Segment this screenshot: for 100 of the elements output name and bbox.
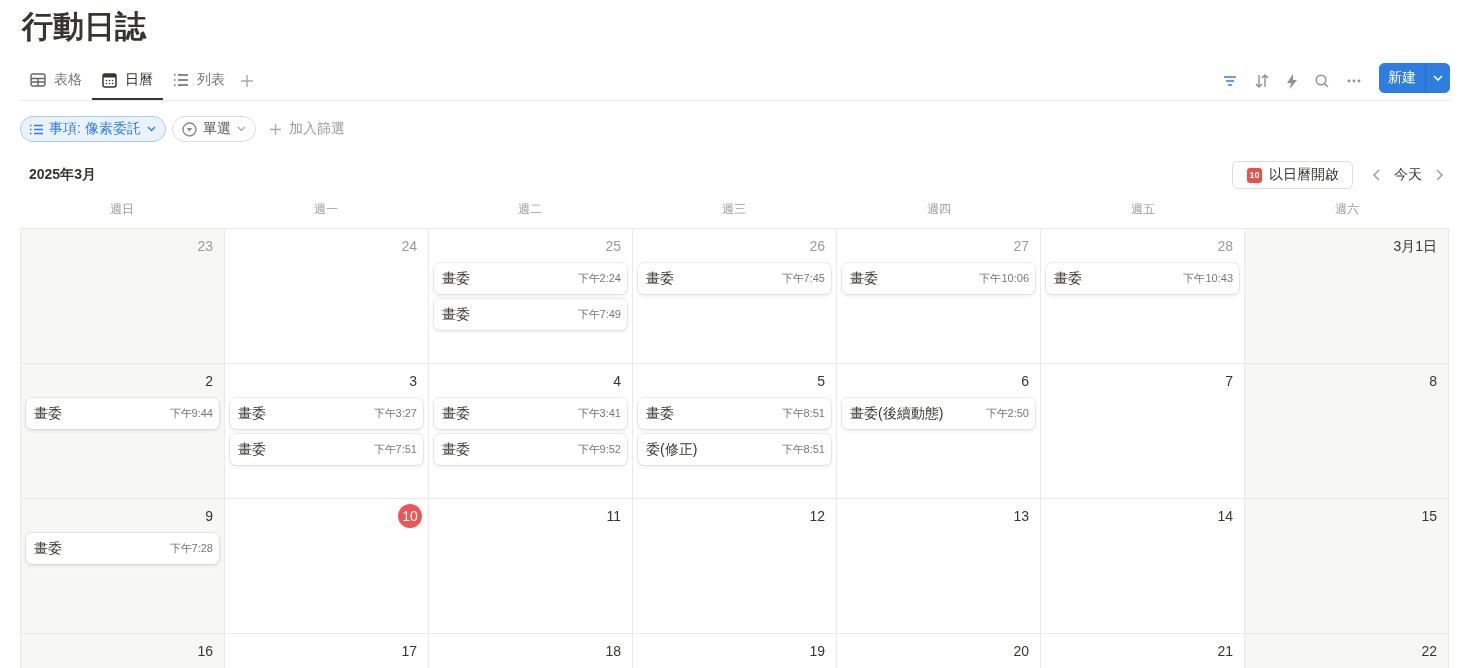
- lightning-icon[interactable]: [1287, 73, 1297, 89]
- day-cell[interactable]: 6 畫委(後續動態) 下午2:50: [837, 364, 1041, 499]
- date-number: 19: [808, 642, 826, 661]
- event-card[interactable]: 畫委 下午3:41: [434, 398, 627, 429]
- more-icon[interactable]: [1347, 79, 1361, 83]
- event-card[interactable]: 畫委 下午3:27: [230, 398, 423, 429]
- event-time: 下午2:24: [577, 271, 621, 286]
- day-cell[interactable]: 16: [21, 634, 225, 668]
- event-card[interactable]: 畫委(後續動態) 下午2:50: [842, 398, 1035, 429]
- view-tab[interactable]: 列表: [163, 62, 235, 100]
- event-card[interactable]: 畫委 下午7:28: [26, 533, 219, 564]
- date-number: 9: [204, 507, 214, 526]
- date-number: 15: [1420, 507, 1438, 526]
- day-cell[interactable]: 4 畫委 下午3:41 畫委 下午9:52: [429, 364, 633, 499]
- day-cell[interactable]: 9 畫委 下午7:28: [21, 499, 225, 634]
- day-cell[interactable]: 20: [837, 634, 1041, 668]
- list-icon: [30, 123, 43, 135]
- view-tab[interactable]: 表格: [20, 62, 92, 100]
- open-in-calendar-button[interactable]: 10 以日曆開啟: [1232, 161, 1353, 189]
- day-cell[interactable]: 22: [1245, 634, 1449, 668]
- day-cell[interactable]: 11: [429, 499, 633, 634]
- event-time: 下午7:28: [169, 541, 213, 556]
- event-time: 下午7:49: [577, 307, 621, 322]
- day-cell[interactable]: 15: [1245, 499, 1449, 634]
- day-cell[interactable]: 13: [837, 499, 1041, 634]
- event-time: 下午9:52: [577, 442, 621, 457]
- event-card[interactable]: 畫委 下午9:52: [434, 434, 627, 465]
- day-cell[interactable]: 12: [633, 499, 837, 634]
- date-number: 7: [1224, 372, 1234, 391]
- event-title: 畫委: [442, 305, 470, 324]
- date-number: 18: [604, 642, 622, 661]
- event-card[interactable]: 畫委 下午7:51: [230, 434, 423, 465]
- date-number: 26: [808, 237, 826, 256]
- day-cell[interactable]: 26 畫委 下午7:45: [633, 229, 837, 364]
- event-card[interactable]: 畫委 下午9:44: [26, 398, 219, 429]
- date-number: 22: [1420, 642, 1438, 661]
- weekday-label: 週五: [1130, 201, 1155, 216]
- event-card[interactable]: 畫委 下午10:43: [1046, 263, 1239, 294]
- event-title: 畫委: [646, 269, 674, 288]
- table-icon: [30, 73, 46, 87]
- event-card[interactable]: 畫委 下午7:49: [434, 299, 627, 330]
- event-card[interactable]: 委(修正) 下午8:51: [638, 434, 831, 465]
- event-title: 畫委: [442, 404, 470, 423]
- sort-icon[interactable]: [1255, 74, 1269, 88]
- search-icon[interactable]: [1315, 74, 1329, 88]
- view-tab[interactable]: 日曆: [92, 62, 163, 100]
- day-cell[interactable]: 19: [633, 634, 837, 668]
- day-cell[interactable]: 3 畫委 下午3:27 畫委 下午7:51: [225, 364, 429, 499]
- weekday-label: 週三: [722, 201, 747, 216]
- chevron-left-icon[interactable]: [1373, 169, 1380, 181]
- filter-chip[interactable]: 事項: 像素委託: [20, 116, 166, 142]
- day-cell[interactable]: 3月1日: [1245, 229, 1449, 364]
- event-time: 下午9:44: [169, 406, 213, 421]
- date-number: 17: [400, 642, 418, 661]
- month-label: 2025年3月: [29, 166, 97, 184]
- event-card[interactable]: 畫委 下午10:06: [842, 263, 1035, 294]
- chevron-down-icon: [146, 126, 156, 132]
- calendar-icon: [102, 72, 117, 88]
- day-cell[interactable]: 2 畫委 下午9:44: [21, 364, 225, 499]
- event-time: 下午7:51: [373, 442, 417, 457]
- dropdown-button[interactable]: [1425, 63, 1450, 93]
- day-cell[interactable]: 25 畫委 下午2:24 畫委 下午7:49: [429, 229, 633, 364]
- event-title: 委(修正): [646, 440, 698, 459]
- day-cell[interactable]: 18: [429, 634, 633, 668]
- event-title: 畫委: [1054, 269, 1082, 288]
- day-cell[interactable]: 27 畫委 下午10:06: [837, 229, 1041, 364]
- day-cell[interactable]: 5 畫委 下午8:51 委(修正) 下午8:51: [633, 364, 837, 499]
- event-time: 下午3:27: [373, 406, 417, 421]
- add-view-icon[interactable]: [241, 75, 253, 87]
- event-title: 畫委: [442, 440, 470, 459]
- event-card[interactable]: 畫委 下午7:45: [638, 263, 831, 294]
- event-time: 下午3:41: [577, 406, 621, 421]
- filter-chip[interactable]: 單選: [171, 116, 256, 142]
- day-cell[interactable]: 17: [225, 634, 429, 668]
- date-number: 2: [204, 372, 214, 391]
- today-date: 10: [398, 504, 422, 528]
- date-number: 8: [1428, 372, 1438, 391]
- day-cell[interactable]: 8: [1245, 364, 1449, 499]
- event-time: 下午10:43: [1183, 271, 1233, 286]
- weekday-label: 週四: [926, 201, 951, 216]
- date-number: 25: [604, 237, 622, 256]
- date-number: 5: [816, 372, 826, 391]
- event-time: 下午2:50: [985, 406, 1029, 421]
- date-number: 20: [1012, 642, 1030, 661]
- list-icon: [173, 73, 189, 87]
- dropdown-circle-icon: [181, 121, 197, 137]
- event-title: 畫委: [850, 269, 878, 288]
- chevron-down-icon: [236, 126, 246, 132]
- plus-icon: [269, 123, 281, 135]
- chevron-down-icon: [1433, 75, 1443, 81]
- filter-icon[interactable]: [1223, 75, 1237, 87]
- today-button[interactable]: 今天: [1394, 166, 1422, 184]
- event-time: 下午8:51: [781, 442, 825, 457]
- weekday-label: 週一: [314, 201, 339, 216]
- event-title: 畫委: [34, 404, 62, 423]
- chevron-right-icon[interactable]: [1436, 169, 1443, 181]
- event-title: 畫委: [238, 440, 266, 459]
- day-cell[interactable]: 28 畫委 下午10:43: [1041, 229, 1245, 364]
- event-card[interactable]: 畫委 下午2:24: [434, 263, 627, 294]
- event-card[interactable]: 畫委 下午8:51: [638, 398, 831, 429]
